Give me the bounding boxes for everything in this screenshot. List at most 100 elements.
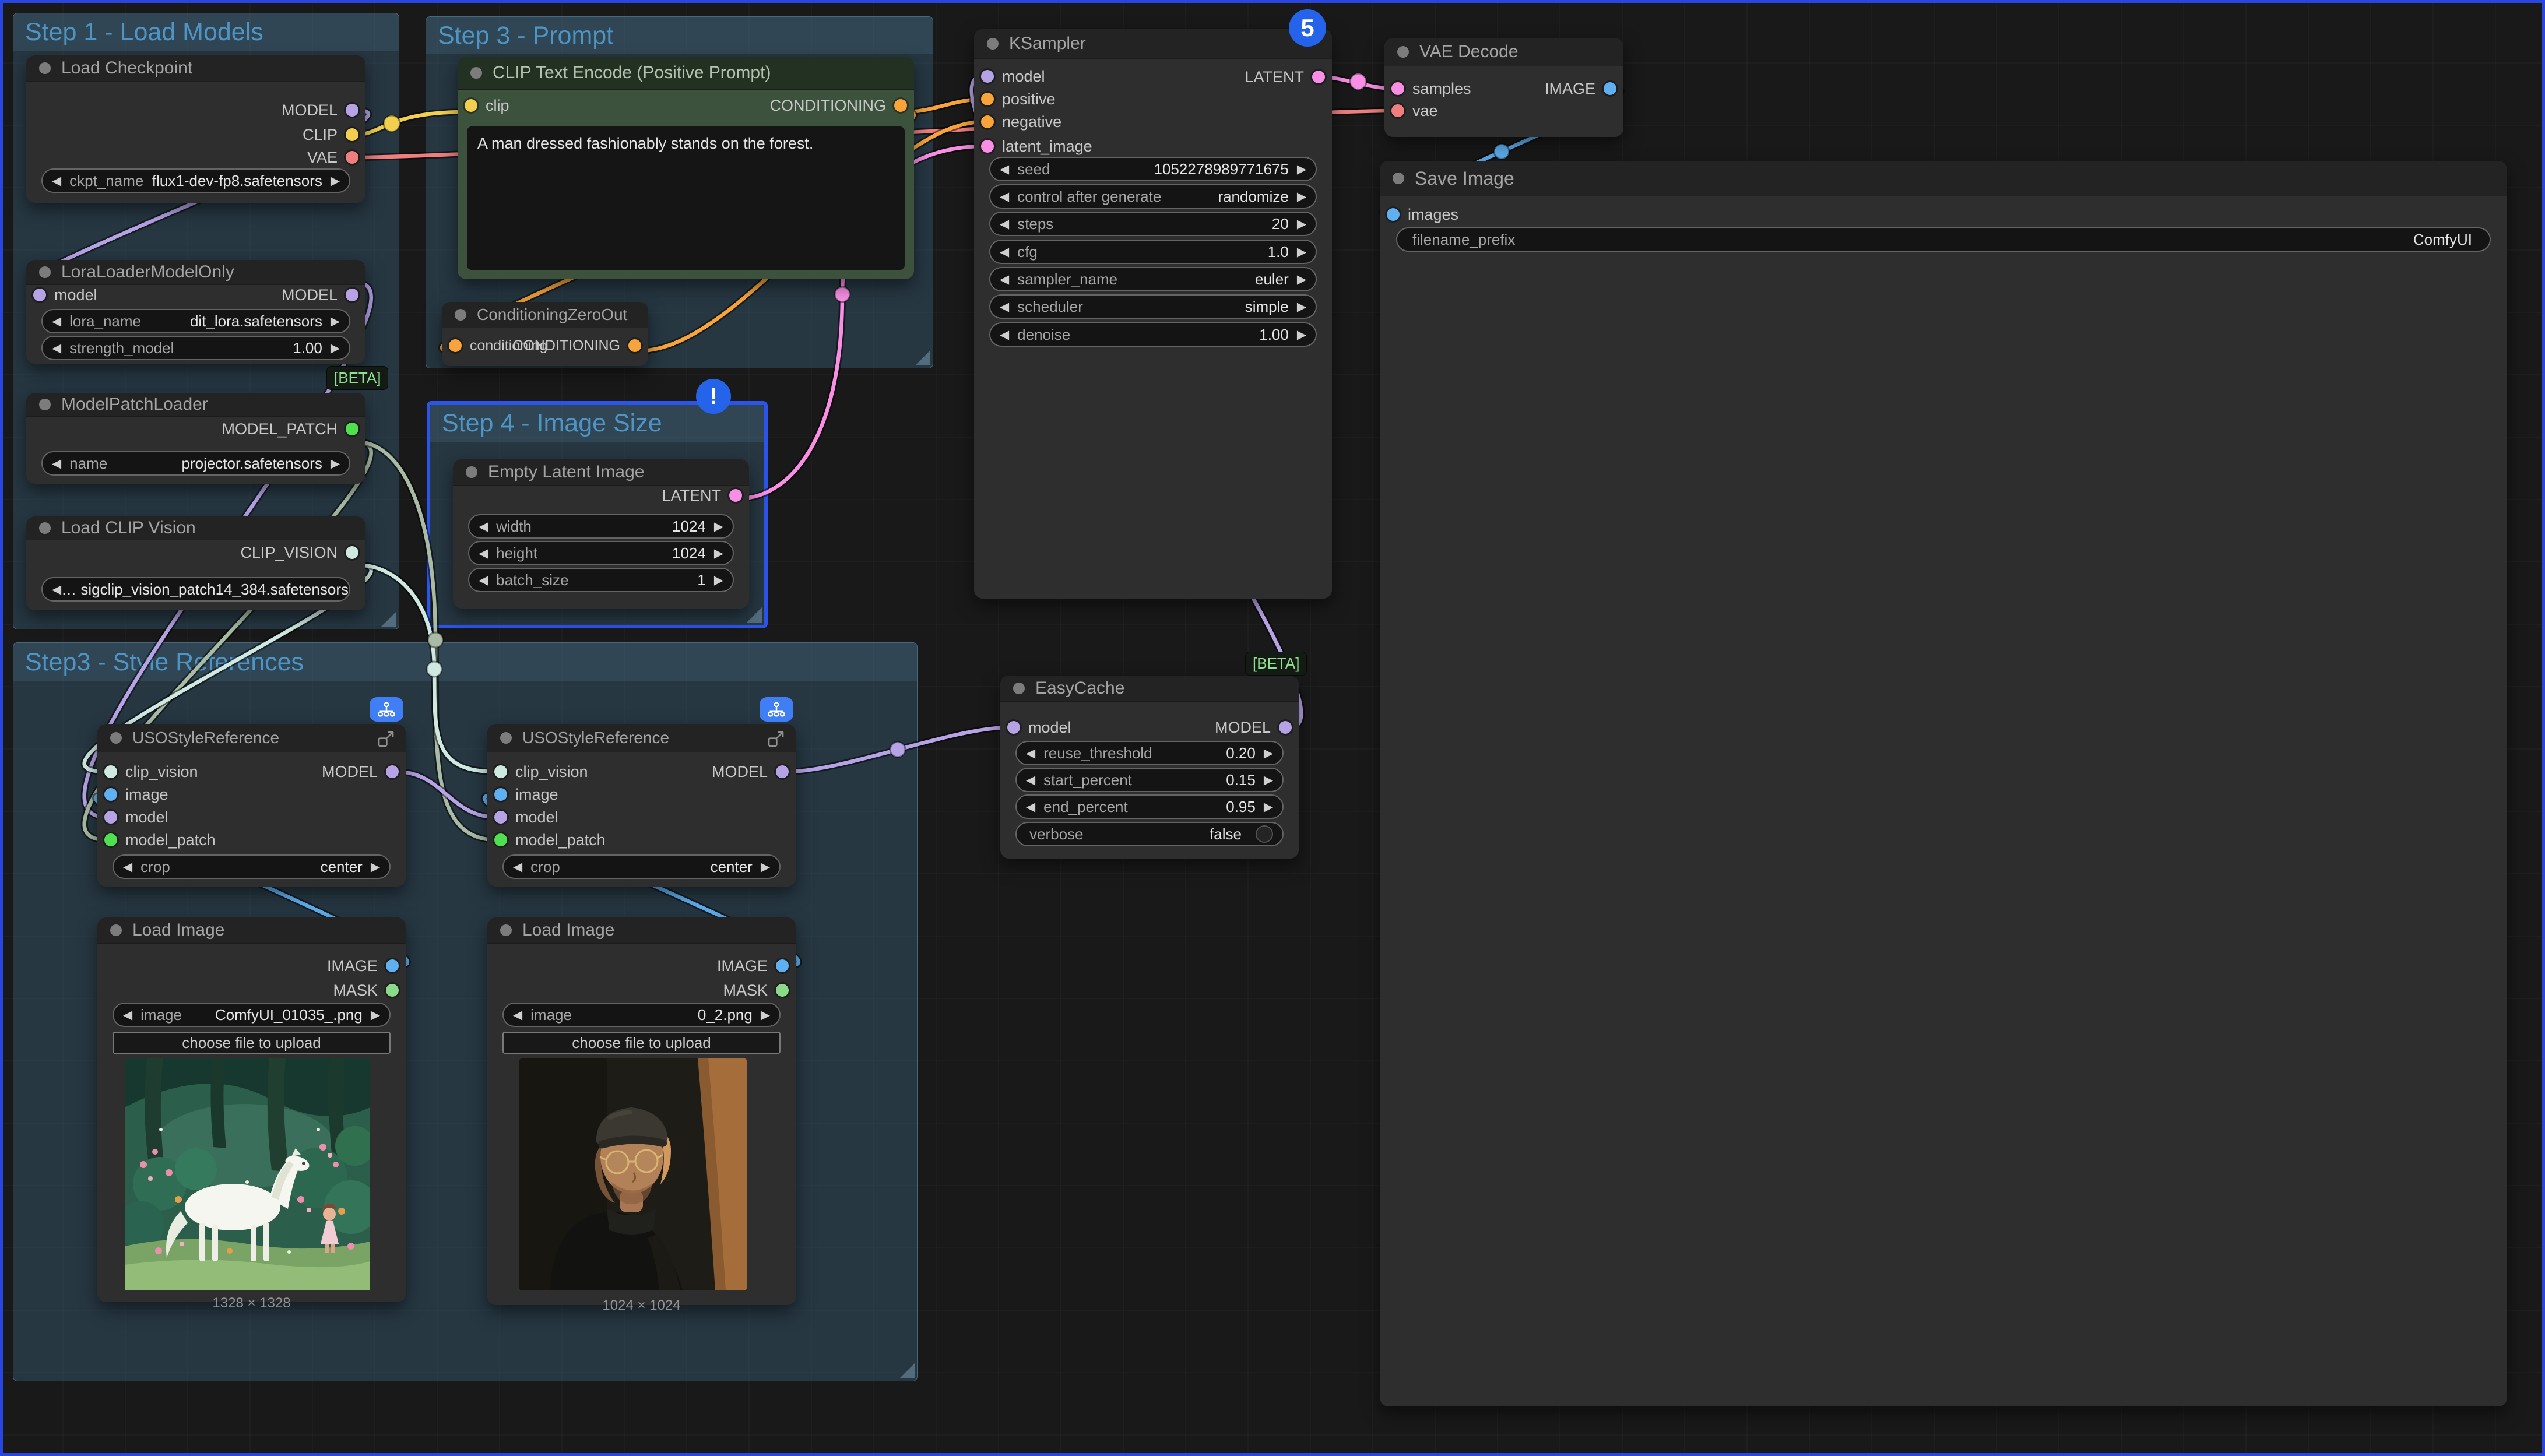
reroute-dot[interactable] — [835, 287, 850, 302]
choose-file-button[interactable]: choose file to upload — [113, 1032, 391, 1054]
input-model[interactable]: model — [33, 284, 97, 305]
decrement-arrow[interactable]: ◀ — [1000, 300, 1009, 314]
node-load-clip-vision[interactable]: Load CLIP Vision CLIP_VISION ◀ … sigclip… — [26, 516, 365, 610]
increment-arrow[interactable]: ▶ — [714, 546, 723, 561]
reroute-dot[interactable] — [890, 742, 905, 757]
output-vae[interactable]: VAE — [307, 147, 358, 168]
increment-arrow[interactable]: ▶ — [761, 860, 770, 874]
input-negative[interactable]: negative — [981, 111, 1061, 132]
node-clip-text-encode[interactable]: CLIP Text Encode (Positive Prompt) clip … — [458, 57, 914, 279]
node-uso-style-reference-2[interactable]: USOStyleReference clip_vision image mode… — [487, 724, 796, 887]
increment-arrow[interactable]: ▶ — [1264, 746, 1273, 761]
output-clip-vision[interactable]: CLIP_VISION — [240, 542, 358, 563]
widget-strength-model[interactable]: ◀ strength_model 1.00 ▶ — [41, 336, 350, 360]
output-image[interactable]: IMAGE — [327, 955, 399, 976]
widget-end-percent[interactable]: ◀ end_percent 0.95 ▶ — [1015, 794, 1284, 819]
widget-reuse-threshold[interactable]: ◀ reuse_threshold 0.20 ▶ — [1015, 741, 1284, 765]
prompt-textarea[interactable]: A man dressed fashionably stands on the … — [467, 126, 905, 270]
widget-batch-size[interactable]: ◀ batch_size 1 ▶ — [468, 568, 734, 592]
increment-arrow[interactable]: ▶ — [1264, 773, 1273, 787]
decrement-arrow[interactable]: ◀ — [479, 573, 488, 588]
output-model[interactable]: MODEL — [712, 761, 789, 782]
widget-steps[interactable]: ◀ steps 20 ▶ — [989, 212, 1317, 236]
input-latent-image[interactable]: latent_image — [981, 136, 1092, 157]
input-model[interactable]: model — [1007, 717, 1071, 738]
output-latent[interactable]: LATENT — [1245, 66, 1325, 87]
decrement-arrow[interactable]: ◀ — [513, 860, 522, 874]
input-model-patch[interactable]: model_patch — [494, 829, 606, 850]
widget-name[interactable]: ◀ name projector.safetensors ▶ — [41, 451, 350, 476]
node-vae-decode[interactable]: VAE Decode samples vae IMAGE — [1384, 38, 1623, 137]
widget-ckpt-name[interactable]: ◀ ckpt_name flux1-dev-fp8.safetensors ▶ — [41, 168, 350, 193]
decrement-arrow[interactable]: ◀ — [52, 582, 61, 597]
node-lora-loader[interactable]: LoraLoaderModelOnly model MODEL ◀ lora_n… — [26, 260, 365, 364]
widget-lora-name[interactable]: ◀ lora_name dit_lora.safetensors ▶ — [41, 309, 350, 333]
node-uso-style-reference-1[interactable]: USOStyleReference clip_vision image mode… — [97, 724, 406, 887]
widget-filename-prefix[interactable]: filename_prefix ComfyUI — [1396, 227, 2491, 252]
increment-arrow[interactable]: ▶ — [1297, 189, 1306, 204]
decrement-arrow[interactable]: ◀ — [1000, 162, 1009, 177]
widget-verbose-toggle[interactable]: verbose false — [1015, 822, 1284, 846]
decrement-arrow[interactable]: ◀ — [52, 456, 61, 471]
input-positive[interactable]: positive — [981, 89, 1056, 110]
output-image[interactable]: IMAGE — [1545, 78, 1616, 99]
widget-sampler-name[interactable]: ◀ sampler_name euler ▶ — [989, 267, 1317, 291]
output-model[interactable]: MODEL — [322, 761, 399, 782]
expand-icon[interactable] — [377, 730, 395, 748]
decrement-arrow[interactable]: ◀ — [1026, 746, 1035, 761]
output-model-patch[interactable]: MODEL_PATCH — [222, 418, 358, 439]
increment-arrow[interactable]: ▶ — [714, 519, 723, 534]
decrement-arrow[interactable]: ◀ — [52, 314, 61, 329]
output-model[interactable]: MODEL — [282, 100, 358, 121]
increment-arrow[interactable]: ▶ — [331, 314, 340, 329]
decrement-arrow[interactable]: ◀ — [1000, 272, 1009, 287]
decrement-arrow[interactable]: ◀ — [1026, 800, 1035, 814]
decrement-arrow[interactable]: ◀ — [52, 174, 61, 188]
wire-clip[interactable] — [356, 112, 467, 135]
comfyui-canvas[interactable]: { "ui": { "arrow_left": "◀", "arrow_righ… — [0, 0, 2545, 1456]
decrement-arrow[interactable]: ◀ — [123, 860, 132, 874]
decrement-arrow[interactable]: ◀ — [52, 341, 61, 356]
decrement-arrow[interactable]: ◀ — [123, 1008, 132, 1022]
widget-width[interactable]: ◀ width 1024 ▶ — [468, 514, 734, 539]
increment-arrow[interactable]: ▶ — [761, 1008, 770, 1022]
increment-arrow[interactable]: ▶ — [349, 582, 350, 597]
widget-crop[interactable]: ◀ crop center ▶ — [502, 854, 781, 879]
input-image[interactable]: image — [494, 784, 558, 805]
input-model-patch[interactable]: model_patch — [104, 829, 216, 850]
widget-height[interactable]: ◀ height 1024 ▶ — [468, 541, 734, 565]
decrement-arrow[interactable]: ◀ — [1000, 328, 1009, 342]
increment-arrow[interactable]: ▶ — [1297, 217, 1306, 231]
input-samples[interactable]: samples — [1391, 78, 1471, 99]
increment-arrow[interactable]: ▶ — [714, 573, 723, 588]
node-load-image-1[interactable]: Load Image IMAGE MASK ◀ image ComfyUI_01… — [97, 917, 406, 1302]
increment-arrow[interactable]: ▶ — [331, 174, 340, 188]
increment-arrow[interactable]: ▶ — [331, 456, 340, 471]
widget-crop[interactable]: ◀ crop center ▶ — [113, 854, 391, 879]
node-save-image[interactable]: Save Image images filename_prefix ComfyU… — [1380, 161, 2507, 1406]
increment-arrow[interactable]: ▶ — [1264, 800, 1273, 814]
increment-arrow[interactable]: ▶ — [371, 860, 380, 874]
output-conditioning[interactable]: CONDITIONING — [770, 95, 908, 116]
reroute-dot[interactable] — [1350, 73, 1366, 90]
decrement-arrow[interactable]: ◀ — [1000, 217, 1009, 231]
node-load-checkpoint[interactable]: Load Checkpoint MODEL CLIP VAE ◀ ckpt_na… — [26, 55, 365, 203]
decrement-arrow[interactable]: ◀ — [479, 519, 488, 534]
increment-arrow[interactable]: ▶ — [1297, 162, 1306, 177]
widget-scheduler[interactable]: ◀ scheduler simple ▶ — [989, 294, 1317, 319]
reroute-dot[interactable] — [428, 632, 443, 648]
decrement-arrow[interactable]: ◀ — [513, 1008, 522, 1022]
output-mask[interactable]: MASK — [333, 980, 399, 1001]
widget-denoise[interactable]: ◀ denoise 1.00 ▶ — [989, 322, 1317, 347]
reroute-dot[interactable] — [384, 115, 400, 132]
input-model[interactable]: model — [494, 807, 558, 828]
input-clip-vision[interactable]: clip_vision — [104, 761, 198, 782]
reroute-dot[interactable] — [427, 662, 442, 677]
choose-file-button[interactable]: choose file to upload — [502, 1032, 781, 1054]
input-image[interactable]: image — [104, 784, 168, 805]
widget-start-percent[interactable]: ◀ start_percent 0.15 ▶ — [1015, 768, 1284, 792]
input-model[interactable]: model — [981, 66, 1045, 87]
output-image[interactable]: IMAGE — [717, 955, 789, 976]
input-clip[interactable]: clip — [465, 95, 509, 116]
decrement-arrow[interactable]: ◀ — [1026, 773, 1035, 787]
